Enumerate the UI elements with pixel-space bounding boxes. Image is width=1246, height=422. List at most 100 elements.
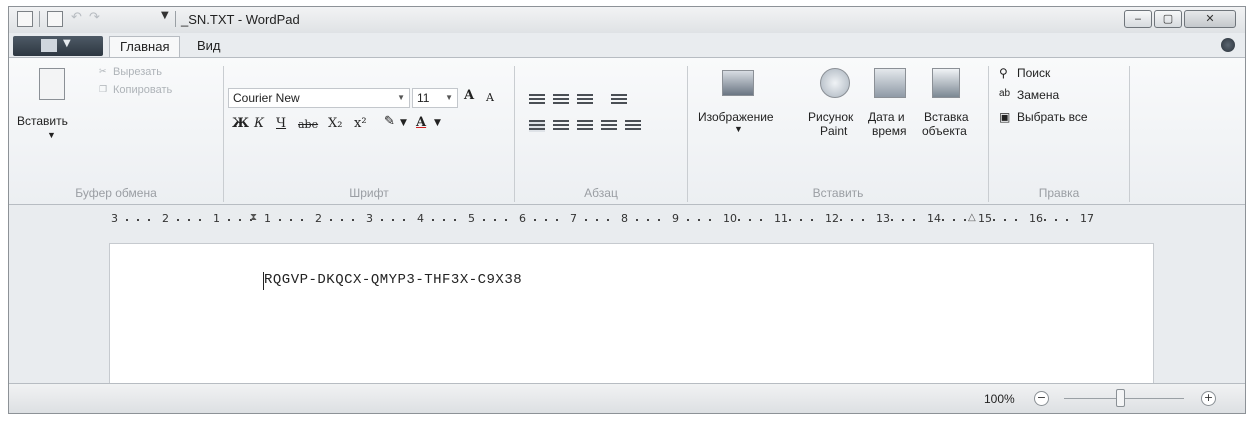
file-menu-button[interactable]: ▼ [13,36,103,56]
paint-icon[interactable] [820,68,850,98]
wordpad-window: ↶ ↷ ▼ _SN.TXT - WordPad ‒ ▢ ✕ ▼ Главная … [8,6,1246,414]
wordpad-app-icon[interactable] [17,11,33,27]
datetime-label-line2[interactable]: время [872,124,906,138]
help-icon[interactable] [1221,38,1235,52]
ruler-tick-mark [1055,219,1057,221]
line-spacing-icon[interactable] [611,94,627,106]
close-button[interactable]: ✕ [1184,10,1236,28]
find-button[interactable]: Поиск [1017,66,1050,80]
document-area[interactable]: RQGVP-DKQCX-QMYP3-THF3X-C9X38 [9,235,1245,388]
ruler-tick-label: 17 [1080,212,1094,225]
paragraph-settings-icon[interactable] [625,120,641,132]
subscript-button[interactable]: X₂ [328,116,342,131]
underline-button[interactable]: Ч [276,116,286,131]
undo-icon[interactable]: ↶ [71,10,82,25]
maximize-button[interactable]: ▢ [1154,10,1182,28]
italic-button[interactable]: К [254,116,264,131]
decrease-indent-icon[interactable] [529,94,545,106]
ruler-tick-mark [800,219,802,221]
chevron-down-icon[interactable]: ▼ [434,118,441,128]
ribbon: Вставить ▼ ✂ Вырезать ❐ Копировать Буфер… [9,57,1245,205]
tab-view[interactable]: Вид [187,36,231,57]
object-label-line1[interactable]: Вставка [924,110,969,124]
picture-icon[interactable] [722,70,754,96]
cut-button[interactable]: Вырезать [113,66,162,78]
ruler-tick-mark [851,219,853,221]
ruler-track: 3 2 1 1 2 3 4 5 6 7 8 9 10 11 12 13 14 15 16 17 ⧗ △ [109,212,1149,228]
align-center-icon[interactable] [553,120,569,132]
grow-font-button[interactable]: A [464,88,474,103]
justify-icon[interactable] [601,120,617,132]
redo-icon[interactable]: ↷ [89,10,100,25]
ruler-tick-mark [279,219,281,221]
editing-group-label: Правка [1038,186,1080,200]
insert-object-icon[interactable] [932,68,960,98]
calendar-icon[interactable] [874,68,906,98]
zoom-level: 100% [984,392,1015,406]
highlight-icon[interactable]: ✎ [384,114,395,129]
datetime-label-line1[interactable]: Дата и [868,110,905,124]
ruler-tick-mark [432,219,434,221]
paint-label-line2[interactable]: Paint [820,124,847,138]
replace-button[interactable]: Замена [1017,88,1059,102]
ruler-tick-label: 15 [978,212,992,225]
ruler-tick-mark [738,219,740,221]
increase-indent-icon[interactable] [553,94,569,106]
ruler-tick-mark [126,219,128,221]
chevron-down-icon[interactable]: ▼ [400,118,407,128]
shrink-font-button[interactable]: A [486,91,494,104]
ruler-tick-mark [1004,219,1006,221]
font-family-select[interactable]: Courier New ▼ [228,88,410,108]
ruler-tick-mark [942,219,944,221]
copy-icon: ❐ [99,84,108,94]
ruler-tick-label: 4 [417,212,424,225]
ruler-tick-mark [228,219,230,221]
ruler-tick-mark [199,219,201,221]
bold-button[interactable]: Ж [232,116,249,131]
align-right-icon[interactable] [577,120,593,132]
document-page[interactable]: RQGVP-DKQCX-QMYP3-THF3X-C9X38 [109,243,1154,388]
select-all-button[interactable]: Выбрать все [1017,110,1088,124]
ruler-tick-mark [239,219,241,221]
ruler[interactable]: 3 2 1 1 2 3 4 5 6 7 8 9 10 11 12 13 14 15 16 17 ⧗ △ [9,205,1245,235]
ruler-tick-mark [953,219,955,221]
ruler-tick-mark [403,219,405,221]
ruler-tick-mark [993,219,995,221]
strikethrough-button[interactable]: abe [298,118,318,131]
zoom-out-button[interactable]: − [1034,391,1049,406]
insert-group: Изображение ▼ Рисунок Paint Дата и время… [688,58,988,204]
ruler-tick-mark [687,219,689,221]
document-text[interactable]: RQGVP-DKQCX-QMYP3-THF3X-C9X38 [264,272,522,288]
insert-picture-button[interactable]: Изображение [698,110,774,124]
left-indent-marker[interactable]: ⧗ [250,212,257,223]
minimize-button[interactable]: ‒ [1124,10,1152,28]
save-icon[interactable] [47,11,63,27]
paint-label-line1[interactable]: Рисунок [808,110,853,124]
copy-button[interactable]: Копировать [113,84,172,96]
paste-icon[interactable] [39,68,65,100]
bullet-list-icon[interactable] [577,94,593,106]
ruler-tick-mark [137,219,139,221]
zoom-in-button[interactable]: + [1201,391,1216,406]
right-indent-marker[interactable]: △ [968,212,976,223]
chevron-down-icon[interactable]: ▼ [734,124,743,134]
ruler-tick-label: 8 [621,212,628,225]
replace-icon: ab [999,88,1011,99]
ruler-tick-mark [534,219,536,221]
ruler-tick-mark [658,219,660,221]
chevron-down-icon[interactable]: ▼ [47,130,56,140]
object-label-line2[interactable]: объекта [922,124,967,138]
ruler-tick-mark [902,219,904,221]
text-color-button[interactable]: A [416,115,426,130]
align-left-icon[interactable] [529,120,545,132]
font-size-select[interactable]: 11 ▼ [412,88,458,108]
ruler-tick-label: 10 [723,212,737,225]
ruler-tick-label: 13 [876,212,890,225]
paste-button[interactable]: Вставить [17,114,68,128]
tab-home[interactable]: Главная [109,36,181,57]
ruler-tick-mark [607,219,609,221]
zoom-slider-thumb[interactable] [1116,389,1125,407]
ruler-tick-mark [698,219,700,221]
qat-customize-icon[interactable]: ▼ [161,10,169,21]
superscript-button[interactable]: x² [354,116,367,131]
